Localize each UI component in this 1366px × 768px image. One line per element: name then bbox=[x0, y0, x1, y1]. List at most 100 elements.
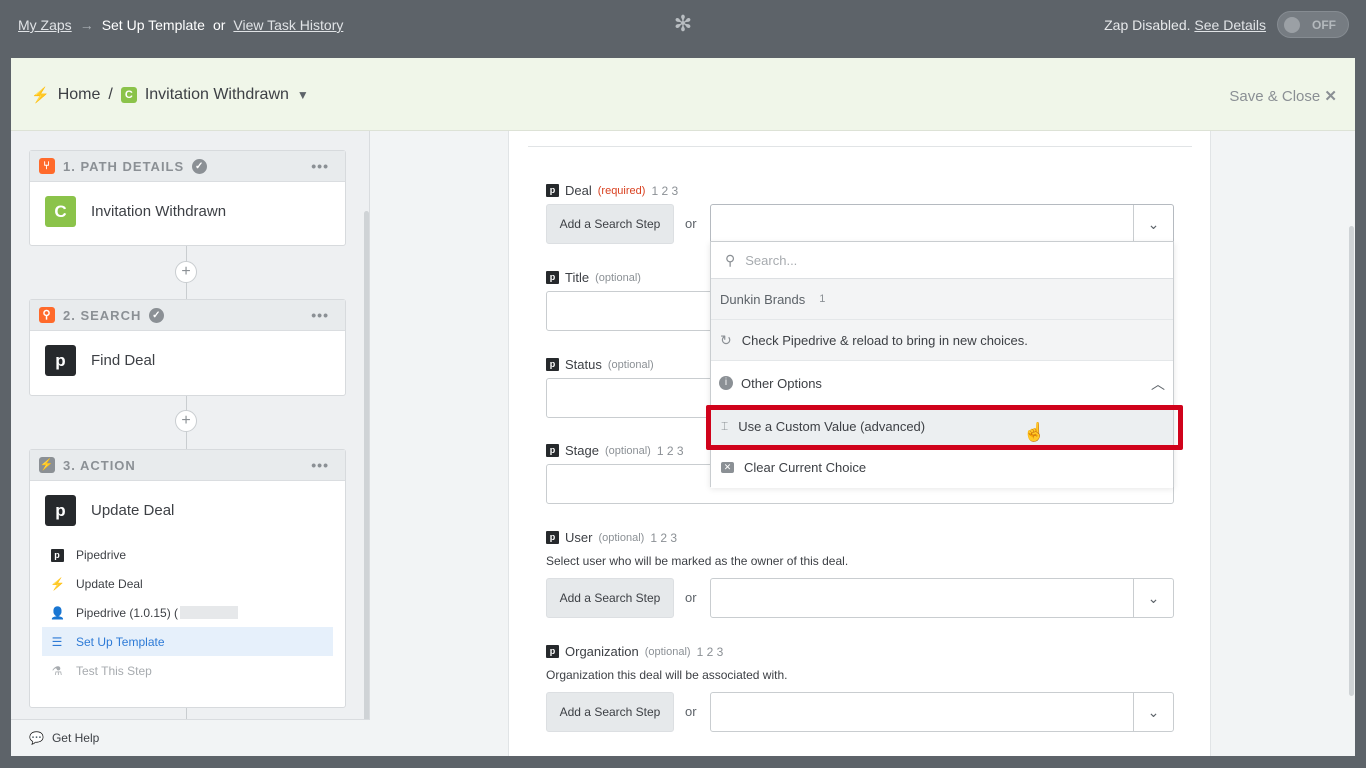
clear-icon: ✕ bbox=[721, 462, 734, 473]
toggle-label: OFF bbox=[1312, 18, 1336, 32]
pipedrive-icon: p bbox=[546, 444, 559, 457]
more-options-icon[interactable]: ••• bbox=[311, 457, 329, 473]
other-options-toggle[interactable]: i Other Options ︿ bbox=[711, 361, 1173, 406]
optional-tag: (optional) bbox=[604, 444, 651, 457]
deal-select[interactable]: ⌄ bbox=[710, 204, 1174, 244]
clear-choice-option[interactable]: ✕ Clear Current Choice bbox=[711, 447, 1173, 488]
field-nums: 1 2 3 bbox=[696, 644, 724, 659]
step-card-search[interactable]: ⚲ 2. SEARCH ✓ ••• p Find Deal bbox=[29, 299, 346, 396]
other-options-label: Other Options bbox=[741, 375, 822, 391]
stage-label: p Stage (optional) 1 2 3 bbox=[546, 443, 684, 458]
field-nums: 1 2 3 bbox=[651, 183, 679, 198]
zap-status-text: Zap Disabled. bbox=[1104, 17, 1191, 33]
chevron-down-icon[interactable]: ▼ bbox=[297, 88, 309, 102]
add-step-button[interactable]: + bbox=[175, 410, 197, 432]
sidebar-scrollbar[interactable] bbox=[364, 211, 369, 731]
arrow-icon: → bbox=[79, 17, 94, 33]
subitem-label: Test This Step bbox=[76, 663, 152, 678]
main-scrollbar[interactable] bbox=[1349, 226, 1354, 696]
subitem-test[interactable]: ⚗ Test This Step bbox=[42, 656, 333, 685]
zap-toggle[interactable]: OFF bbox=[1277, 11, 1349, 38]
get-help-button[interactable]: 💬 Get Help bbox=[11, 719, 370, 756]
chevron-up-icon: ︿ bbox=[1151, 376, 1165, 392]
editor-panel: ⚡ Home / C Invitation Withdrawn ▼ Save &… bbox=[11, 58, 1355, 756]
organization-description: Organization this deal will be associate… bbox=[546, 668, 788, 682]
path-icon: ⑂ bbox=[39, 158, 55, 174]
refresh-icon: ↻ bbox=[720, 331, 732, 348]
bolt-icon: ⚡ bbox=[39, 457, 55, 473]
step-card-path[interactable]: ⑂ 1. PATH DETAILS ✓ ••• C Invitation Wit… bbox=[29, 150, 346, 246]
close-icon: ✕ bbox=[1324, 88, 1337, 105]
top-bar: My Zaps → Set Up Template or View Task H… bbox=[0, 0, 1366, 49]
dropdown-search[interactable]: ⚲ Search... bbox=[711, 242, 1173, 279]
organization-select[interactable]: ⌄ bbox=[710, 692, 1174, 732]
chat-icon: 💬 bbox=[29, 731, 44, 745]
subitem-setup-template[interactable]: ☰ Set Up Template bbox=[42, 627, 333, 656]
chevron-down-icon[interactable]: ⌄ bbox=[1133, 205, 1173, 243]
field-name: Deal bbox=[565, 183, 592, 198]
search-input[interactable]: Search... bbox=[745, 253, 797, 268]
add-search-step-button[interactable]: Add a Search Step bbox=[546, 204, 674, 244]
subitem-label: Update Deal bbox=[76, 576, 143, 591]
field-name: Stage bbox=[565, 443, 599, 458]
home-link[interactable]: Home bbox=[58, 86, 101, 104]
zap-name[interactable]: Invitation Withdrawn bbox=[145, 86, 289, 104]
organization-label: p Organization (optional) 1 2 3 bbox=[546, 644, 723, 659]
app-badge-icon: C bbox=[120, 87, 137, 103]
my-zaps-link[interactable]: My Zaps bbox=[18, 17, 72, 33]
user-description: Select user who will be marked as the ow… bbox=[546, 554, 849, 568]
title-label: p Title (optional) bbox=[546, 270, 641, 285]
user-select[interactable]: ⌄ bbox=[710, 578, 1174, 618]
dropdown-option[interactable]: Dunkin Brands 1 bbox=[711, 279, 1173, 320]
field-name: Status bbox=[565, 357, 602, 372]
breadcrumb-separator: / bbox=[108, 86, 113, 103]
sidebar: ⑂ 1. PATH DETAILS ✓ ••• C Invitation Wit… bbox=[11, 131, 370, 756]
optional-tag: (optional) bbox=[607, 358, 654, 371]
see-details-link[interactable]: See Details bbox=[1194, 17, 1266, 33]
reload-label: Check Pipedrive & reload to bring in new… bbox=[741, 332, 1028, 348]
more-options-icon[interactable]: ••• bbox=[311, 307, 329, 323]
chevron-down-icon[interactable]: ⌄ bbox=[1133, 579, 1173, 617]
clear-choice-label: Clear Current Choice bbox=[744, 460, 867, 475]
or-text: or bbox=[685, 704, 697, 719]
user-icon: 👤 bbox=[50, 605, 65, 620]
view-task-history-link[interactable]: View Task History bbox=[233, 17, 343, 33]
info-icon: i bbox=[719, 376, 733, 390]
step-header: ⚲ 2. SEARCH ✓ ••• bbox=[30, 300, 345, 331]
step-card-action[interactable]: ⚡ 3. ACTION ••• p Update Deal p Pipedrive… bbox=[29, 449, 346, 708]
pipedrive-icon: p bbox=[546, 271, 559, 284]
subitem-account[interactable]: 👤 Pipedrive (1.0.15) ( bbox=[42, 598, 333, 627]
save-close-label: Save & Close bbox=[1229, 88, 1321, 105]
add-search-step-button[interactable]: Add a Search Step bbox=[546, 692, 674, 732]
hand-cursor-icon: ☝ bbox=[1023, 422, 1046, 442]
connector-line bbox=[186, 708, 187, 719]
chevron-down-icon[interactable]: ⌄ bbox=[1133, 693, 1173, 731]
field-nums: 1 2 3 bbox=[650, 530, 678, 545]
step-label: 1. PATH DETAILS bbox=[63, 158, 185, 174]
or-text: or bbox=[212, 17, 226, 33]
subitem-label: Pipedrive (1.0.15) ( bbox=[76, 605, 179, 620]
subitem-app[interactable]: p Pipedrive bbox=[42, 540, 333, 569]
save-close-button[interactable]: Save & Close ✕ bbox=[1229, 87, 1337, 105]
add-search-step-button[interactable]: Add a Search Step bbox=[546, 578, 674, 618]
current-page-label: Set Up Template bbox=[101, 17, 205, 33]
add-step-button[interactable]: + bbox=[175, 261, 197, 283]
editor-header: ⚡ Home / C Invitation Withdrawn ▼ Save &… bbox=[11, 58, 1355, 131]
pipedrive-icon: p bbox=[45, 345, 76, 376]
subitem-action[interactable]: ⚡ Update Deal bbox=[42, 569, 333, 598]
reload-option[interactable]: ↻ Check Pipedrive & reload to bring in n… bbox=[711, 320, 1173, 361]
pipedrive-icon: p bbox=[546, 645, 559, 658]
editor-breadcrumb: ⚡ Home / C Invitation Withdrawn ▼ bbox=[31, 86, 309, 104]
step-label: 3. ACTION bbox=[63, 457, 136, 473]
section-divider bbox=[528, 146, 1192, 147]
deal-label: p Deal (required) 1 2 3 bbox=[546, 183, 678, 198]
option-label: Dunkin Brands bbox=[720, 291, 806, 307]
highlight-box bbox=[706, 405, 1183, 450]
search-icon: ⚲ bbox=[39, 307, 55, 323]
more-options-icon[interactable]: ••• bbox=[311, 158, 329, 174]
pipedrive-icon: p bbox=[546, 531, 559, 544]
bolt-icon: ⚡ bbox=[31, 87, 50, 104]
deal-dropdown-menu: ⚲ Search... Dunkin Brands 1 ↻ Check Pipe… bbox=[710, 241, 1174, 488]
field-nums: 1 2 3 bbox=[656, 443, 684, 458]
step-subitems: p Pipedrive ⚡ Update Deal 👤 Pipedrive (1.0.… bbox=[30, 540, 345, 685]
